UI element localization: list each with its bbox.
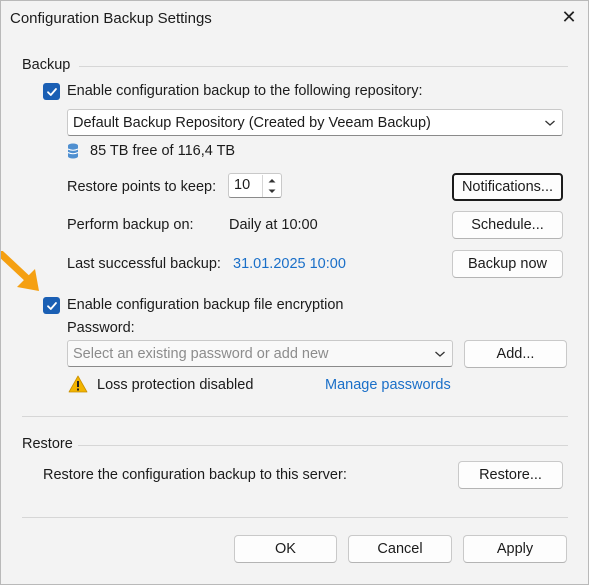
- restore-points-stepper[interactable]: 10: [228, 173, 282, 198]
- chevron-down-icon: [435, 351, 445, 357]
- enable-encryption-checkbox[interactable]: [43, 297, 60, 314]
- last-backup-link[interactable]: 31.01.2025 10:00: [233, 256, 346, 272]
- backup-section-label: Backup: [22, 57, 71, 73]
- cancel-button[interactable]: Cancel: [348, 535, 452, 563]
- close-icon[interactable]: ✕: [558, 5, 580, 29]
- free-space-text: 85 TB free of 116,4 TB: [90, 143, 236, 159]
- backup-now-button[interactable]: Backup now: [452, 250, 563, 278]
- last-backup-label: Last successful backup:: [67, 256, 221, 272]
- database-icon: [67, 143, 79, 159]
- chevron-down-icon: [545, 120, 555, 126]
- repository-select-value: Default Backup Repository (Created by Ve…: [73, 114, 431, 131]
- restore-points-value: 10: [234, 177, 251, 193]
- stepper-buttons: [262, 175, 280, 197]
- configuration-backup-dialog: Configuration Backup Settings ✕ Backup E…: [0, 0, 589, 585]
- checkmark-icon: [46, 87, 57, 96]
- ok-button[interactable]: OK: [234, 535, 337, 563]
- enable-backup-label: Enable configuration backup to the follo…: [67, 83, 423, 99]
- perform-backup-label: Perform backup on:: [67, 217, 194, 233]
- annotation-arrow-icon: [0, 250, 45, 295]
- enable-backup-checkbox[interactable]: [43, 83, 60, 100]
- restore-description: Restore the configuration backup to this…: [43, 467, 347, 483]
- warning-text: Loss protection disabled: [97, 377, 254, 393]
- stepper-up-icon[interactable]: [263, 175, 280, 186]
- schedule-button[interactable]: Schedule...: [452, 211, 563, 239]
- repository-select[interactable]: Default Backup Repository (Created by Ve…: [67, 109, 563, 136]
- restore-button[interactable]: Restore...: [458, 461, 563, 489]
- enable-encryption-label: Enable configuration backup file encrypt…: [67, 297, 344, 313]
- checkmark-icon: [46, 301, 57, 310]
- footer-divider: [22, 517, 568, 518]
- restore-section-label: Restore: [22, 436, 73, 452]
- restore-top-divider: [22, 416, 568, 417]
- apply-button[interactable]: Apply: [463, 535, 567, 563]
- manage-passwords-link[interactable]: Manage passwords: [325, 377, 451, 393]
- password-select[interactable]: Select an existing password or add new: [67, 340, 453, 367]
- password-select-placeholder: Select an existing password or add new: [73, 345, 329, 362]
- password-label: Password:: [67, 320, 135, 336]
- restore-points-label: Restore points to keep:: [67, 179, 217, 195]
- add-password-button[interactable]: Add...: [464, 340, 567, 368]
- stepper-down-icon[interactable]: [263, 186, 280, 197]
- perform-backup-value: Daily at 10:00: [229, 217, 318, 233]
- warning-icon: [68, 375, 88, 393]
- restore-section-divider: [78, 445, 568, 446]
- notifications-button[interactable]: Notifications...: [452, 173, 563, 201]
- backup-section-divider: [79, 66, 568, 67]
- dialog-title: Configuration Backup Settings: [10, 10, 212, 27]
